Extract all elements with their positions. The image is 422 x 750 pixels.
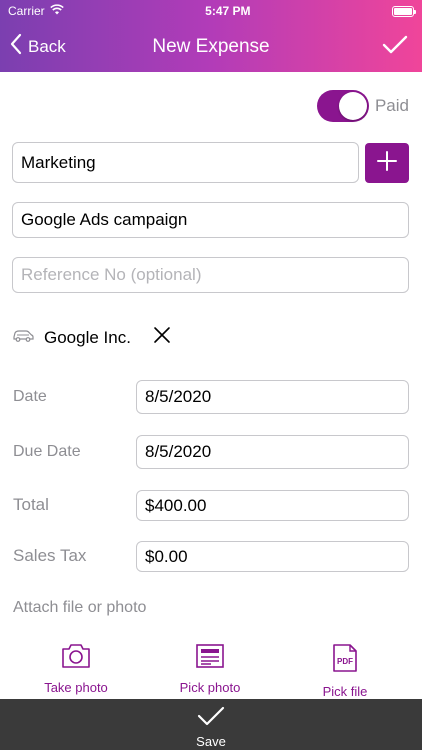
date-value: 8/5/2020 (145, 387, 212, 406)
due-date-value: 8/5/2020 (145, 442, 212, 461)
page-title: New Expense (152, 36, 270, 57)
pick-file-button[interactable]: PDF Pick file (315, 643, 375, 699)
confirm-button[interactable] (382, 34, 408, 61)
sales-tax-value: $0.00 (145, 546, 188, 566)
battery-icon (392, 5, 416, 17)
take-photo-button[interactable]: Take photo (40, 643, 112, 695)
add-category-button[interactable] (365, 143, 409, 183)
date-field[interactable]: 8/5/2020 (136, 380, 409, 414)
sales-tax-field[interactable]: $0.00 (136, 541, 409, 572)
total-field[interactable]: $400.00 (136, 490, 409, 521)
status-left: Carrier (8, 4, 64, 18)
category-field[interactable]: Marketing (12, 142, 359, 183)
reference-placeholder: Reference No (optional) (21, 265, 202, 284)
pick-file-label: Pick file (322, 684, 368, 699)
svg-text:PDF: PDF (337, 657, 353, 666)
take-photo-label: Take photo (44, 680, 108, 695)
photo-icon (195, 643, 225, 674)
status-bar: Carrier 5:47 PM (0, 0, 422, 22)
plus-icon (376, 150, 398, 177)
save-check-icon (197, 705, 225, 732)
save-button[interactable]: Save (0, 699, 422, 750)
paid-label: Paid (374, 96, 409, 115)
car-icon (12, 328, 34, 347)
reference-field[interactable]: Reference No (optional) (12, 257, 409, 293)
carrier-label: Carrier (8, 4, 45, 18)
vendor-row: Google Inc. (12, 326, 171, 349)
description-field[interactable]: Google Ads campaign (12, 202, 409, 238)
category-value: Marketing (21, 152, 96, 172)
checkmark-icon (382, 35, 408, 60)
status-time: 5:47 PM (205, 4, 251, 18)
wifi-icon (49, 4, 64, 18)
save-label: Save (196, 734, 226, 749)
due-date-label: Due Date (13, 443, 81, 460)
paid-row: Paid (316, 90, 409, 122)
vendor-name: Google Inc. (44, 327, 131, 347)
pdf-icon: PDF (331, 643, 359, 678)
total-label: Total (13, 495, 49, 514)
camera-icon (61, 643, 91, 674)
attach-label: Attach file or photo (13, 599, 147, 616)
pick-photo-label: Pick photo (179, 680, 241, 695)
due-date-field[interactable]: 8/5/2020 (136, 435, 409, 469)
sales-tax-label: Sales Tax (13, 546, 87, 565)
nav-bar: Back New Expense (0, 22, 422, 72)
date-label: Date (13, 388, 47, 405)
close-icon[interactable] (153, 326, 171, 349)
total-value: $400.00 (145, 495, 207, 515)
pick-photo-button[interactable]: Pick photo (174, 643, 246, 695)
description-value: Google Ads campaign (21, 210, 188, 229)
paid-toggle[interactable] (316, 90, 369, 122)
